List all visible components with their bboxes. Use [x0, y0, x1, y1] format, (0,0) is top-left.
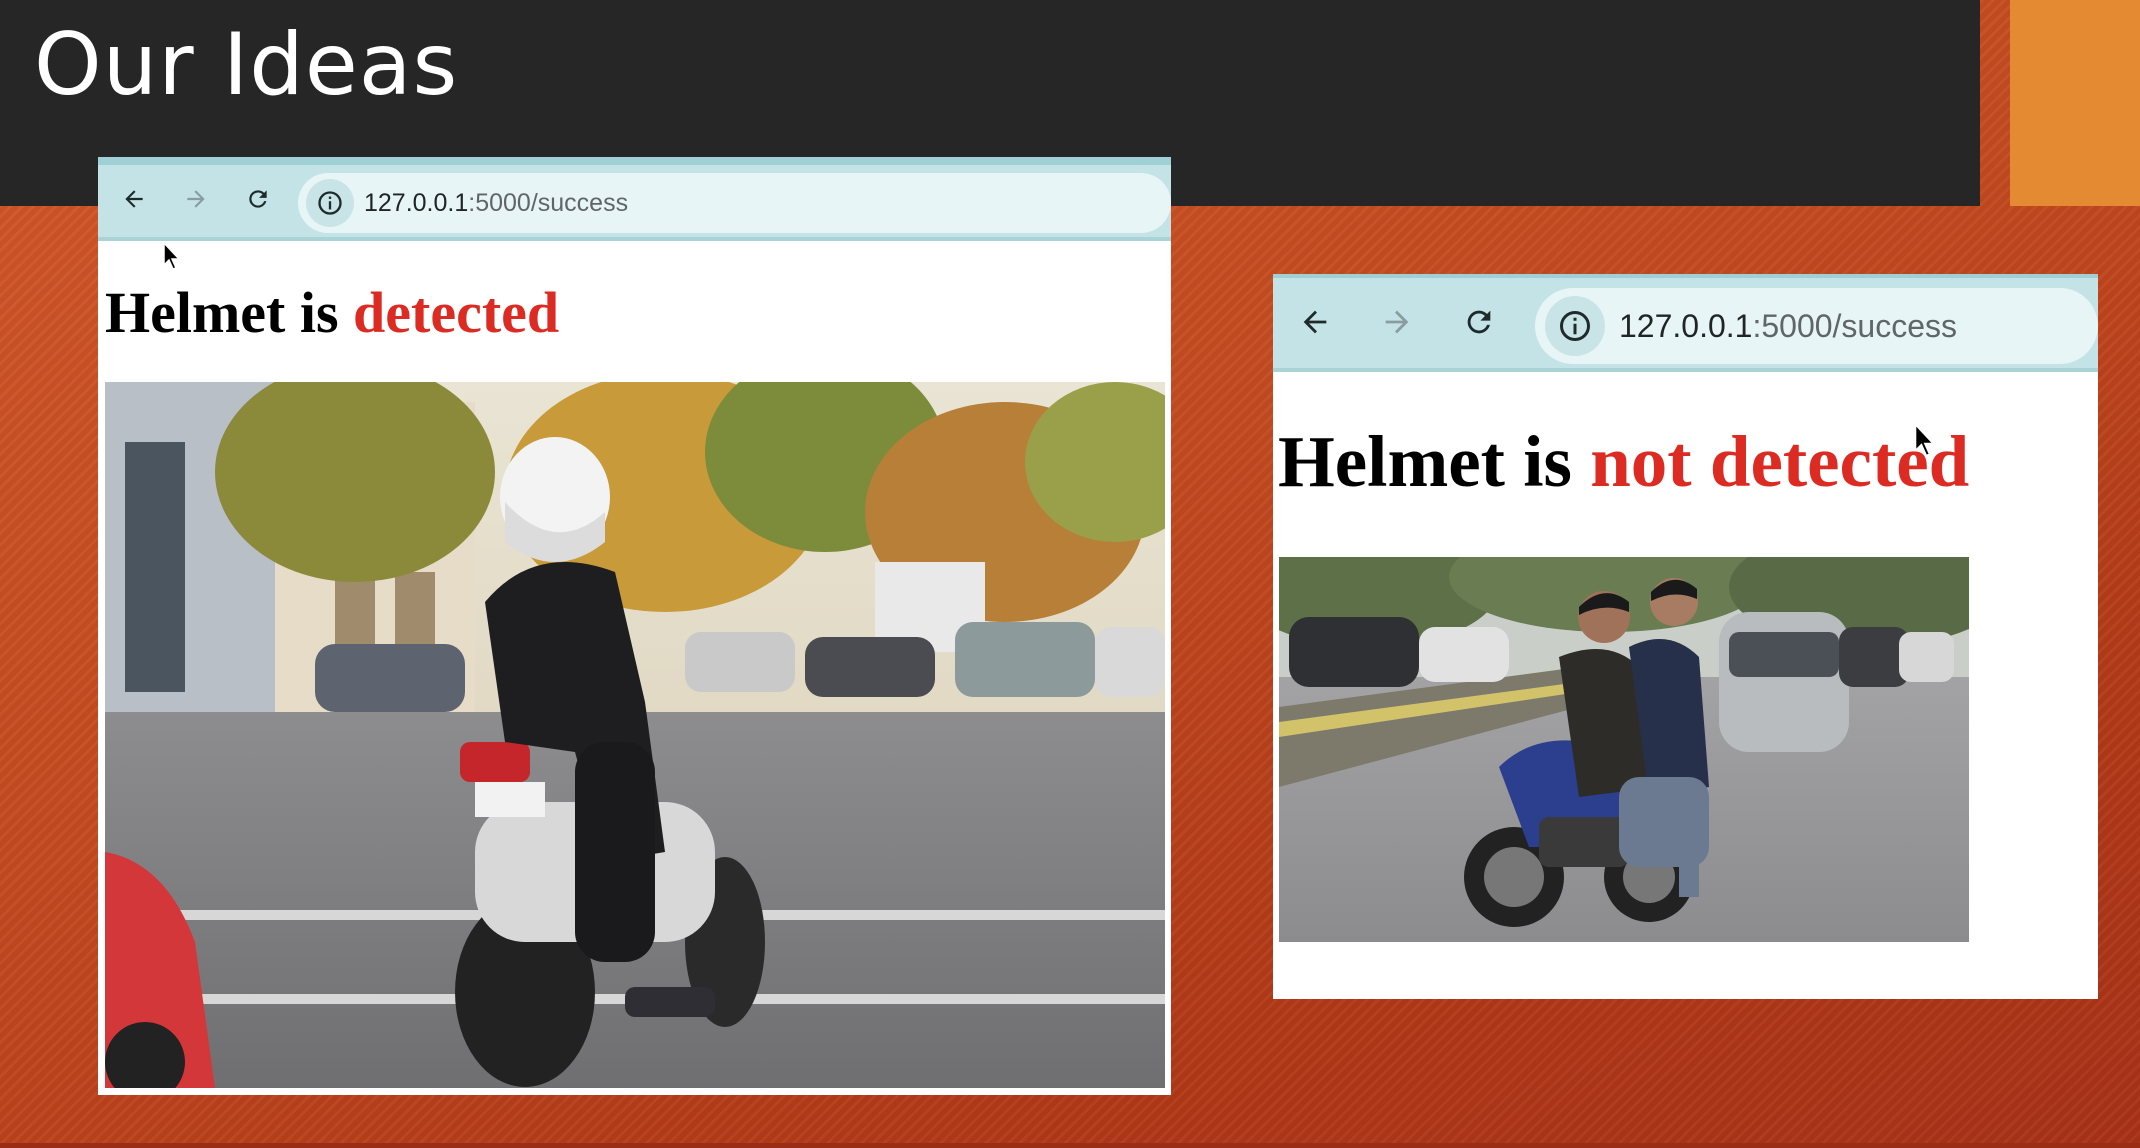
- heading-prefix: Helmet is: [105, 280, 354, 345]
- back-button[interactable]: [1287, 294, 1343, 350]
- info-icon: [1560, 311, 1590, 341]
- forward-button[interactable]: [174, 177, 218, 221]
- detection-status: not detected: [1590, 421, 1970, 502]
- accent-block: [2010, 0, 2140, 206]
- browser-window-detected: 127.0.0.1:5000/success Helmet is detecte…: [98, 157, 1171, 1095]
- forward-button[interactable]: [1369, 294, 1425, 350]
- site-info-button[interactable]: [306, 179, 354, 227]
- heading-prefix: Helmet is: [1278, 421, 1591, 502]
- detection-heading: Helmet is detected: [105, 279, 559, 346]
- address-bar[interactable]: 127.0.0.1:5000/success: [298, 173, 1171, 233]
- address-bar[interactable]: 127.0.0.1:5000/success: [1535, 288, 2098, 364]
- url-text: 127.0.0.1:5000/success: [1619, 308, 1957, 345]
- bottom-stripe: [0, 1143, 2140, 1148]
- browser-toolbar: 127.0.0.1:5000/success: [1273, 274, 2098, 372]
- reload-button[interactable]: [1451, 294, 1507, 350]
- back-icon: [125, 190, 143, 208]
- result-photo: [105, 382, 1165, 1088]
- forward-icon: [187, 190, 205, 208]
- back-icon: [1303, 310, 1327, 334]
- forward-icon: [1385, 310, 1409, 334]
- reload-button[interactable]: [236, 177, 280, 221]
- detection-heading: Helmet is not detected: [1278, 420, 1969, 504]
- site-info-button[interactable]: [1545, 296, 1605, 356]
- reload-icon: [249, 190, 267, 208]
- info-icon: [318, 191, 342, 215]
- mouse-cursor-icon: [163, 241, 181, 270]
- detection-status: detected: [353, 280, 560, 345]
- url-path: :5000/success: [1752, 307, 1958, 344]
- url-host: 127.0.0.1: [364, 188, 469, 217]
- back-button[interactable]: [112, 177, 156, 221]
- result-photo: [1279, 557, 1969, 942]
- browser-window-not-detected: 127.0.0.1:5000/success Helmet is not det…: [1273, 274, 2098, 999]
- url-text: 127.0.0.1:5000/success: [364, 189, 628, 218]
- slide-title: Our Ideas: [34, 15, 459, 115]
- url-path: :5000/success: [468, 188, 629, 217]
- browser-toolbar: 127.0.0.1:5000/success: [98, 157, 1171, 241]
- reload-icon: [1467, 310, 1491, 334]
- url-host: 127.0.0.1: [1619, 307, 1753, 344]
